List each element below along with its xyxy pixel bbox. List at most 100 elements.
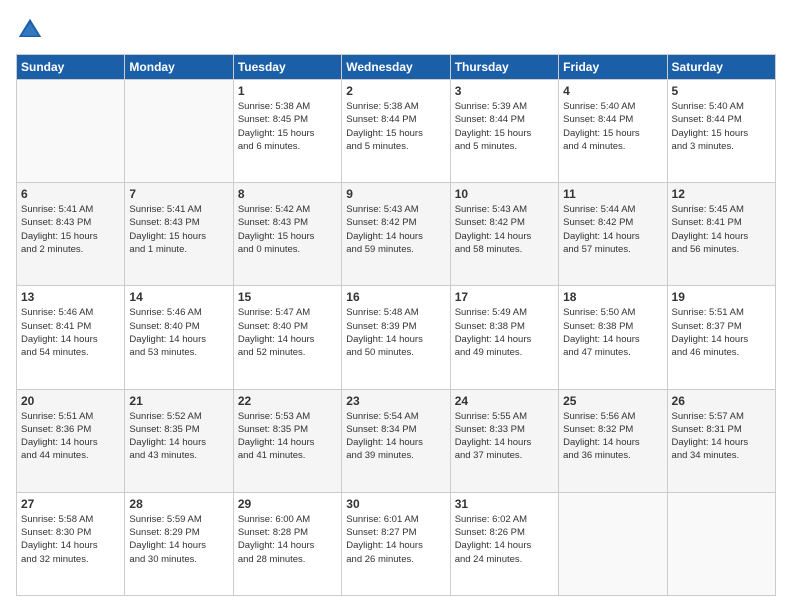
day-info: Sunrise: 5:54 AM Sunset: 8:34 PM Dayligh… [346, 410, 445, 463]
weekday-thursday: Thursday [450, 55, 558, 80]
day-info: Sunrise: 5:38 AM Sunset: 8:45 PM Dayligh… [238, 100, 337, 153]
day-number: 18 [563, 290, 662, 304]
day-info: Sunrise: 5:59 AM Sunset: 8:29 PM Dayligh… [129, 513, 228, 566]
calendar-cell: 21 Sunrise: 5:52 AM Sunset: 8:35 PM Dayli… [125, 389, 233, 492]
day-number: 12 [672, 187, 771, 201]
weekday-wednesday: Wednesday [342, 55, 450, 80]
day-number: 6 [21, 187, 120, 201]
day-number: 21 [129, 394, 228, 408]
day-info: Sunrise: 6:02 AM Sunset: 8:26 PM Dayligh… [455, 513, 554, 566]
day-info: Sunrise: 5:56 AM Sunset: 8:32 PM Dayligh… [563, 410, 662, 463]
day-number: 29 [238, 497, 337, 511]
calendar-cell: 10Sunrise: 5:43 AM Sunset: 8:42 PM Dayli… [450, 183, 558, 286]
day-number: 2 [346, 84, 445, 98]
day-info: Sunrise: 5:49 AM Sunset: 8:38 PM Dayligh… [455, 306, 554, 359]
day-number: 26 [672, 394, 771, 408]
day-number: 8 [238, 187, 337, 201]
day-info: Sunrise: 5:47 AM Sunset: 8:40 PM Dayligh… [238, 306, 337, 359]
calendar-week-5: 27 Sunrise: 5:58 AM Sunset: 8:30 PM Dayli… [17, 492, 776, 595]
day-number: 9 [346, 187, 445, 201]
day-info: Sunrise: 5:53 AM Sunset: 8:35 PM Dayligh… [238, 410, 337, 463]
day-number: 22 [238, 394, 337, 408]
calendar-week-4: 20 Sunrise: 5:51 AM Sunset: 8:36 PM Dayli… [17, 389, 776, 492]
calendar-week-1: 1 Sunrise: 5:38 AM Sunset: 8:45 PM Daylig… [17, 80, 776, 183]
day-info: Sunrise: 5:41 AM Sunset: 8:43 PM Dayligh… [21, 203, 120, 256]
calendar-cell: 27 Sunrise: 5:58 AM Sunset: 8:30 PM Dayli… [17, 492, 125, 595]
day-number: 24 [455, 394, 554, 408]
calendar-cell: 16 Sunrise: 5:48 AM Sunset: 8:39 PM Dayli… [342, 286, 450, 389]
day-info: Sunrise: 5:40 AM Sunset: 8:44 PM Dayligh… [672, 100, 771, 153]
logo [16, 16, 48, 44]
calendar-cell: 11 Sunrise: 5:44 AM Sunset: 8:42 PM Dayli… [559, 183, 667, 286]
calendar-cell [559, 492, 667, 595]
day-number: 13 [21, 290, 120, 304]
day-info: Sunrise: 6:01 AM Sunset: 8:27 PM Dayligh… [346, 513, 445, 566]
day-info: Sunrise: 5:50 AM Sunset: 8:38 PM Dayligh… [563, 306, 662, 359]
calendar-cell: 14Sunrise: 5:46 AM Sunset: 8:40 PM Dayli… [125, 286, 233, 389]
weekday-tuesday: Tuesday [233, 55, 341, 80]
day-number: 1 [238, 84, 337, 98]
day-info: Sunrise: 5:44 AM Sunset: 8:42 PM Dayligh… [563, 203, 662, 256]
calendar-cell: 4Sunrise: 5:40 AM Sunset: 8:44 PM Daylig… [559, 80, 667, 183]
day-number: 27 [21, 497, 120, 511]
day-info: Sunrise: 5:40 AM Sunset: 8:44 PM Dayligh… [563, 100, 662, 153]
calendar-week-3: 13 Sunrise: 5:46 AM Sunset: 8:41 PM Dayli… [17, 286, 776, 389]
calendar-cell: 1 Sunrise: 5:38 AM Sunset: 8:45 PM Daylig… [233, 80, 341, 183]
calendar-cell: 6 Sunrise: 5:41 AM Sunset: 8:43 PM Daylig… [17, 183, 125, 286]
day-number: 30 [346, 497, 445, 511]
calendar-cell: 7Sunrise: 5:41 AM Sunset: 8:43 PM Daylig… [125, 183, 233, 286]
day-number: 16 [346, 290, 445, 304]
calendar-cell: 18 Sunrise: 5:50 AM Sunset: 8:38 PM Dayli… [559, 286, 667, 389]
calendar-cell: 19 Sunrise: 5:51 AM Sunset: 8:37 PM Dayli… [667, 286, 775, 389]
weekday-sunday: Sunday [17, 55, 125, 80]
calendar-cell [17, 80, 125, 183]
day-number: 31 [455, 497, 554, 511]
day-info: Sunrise: 5:43 AM Sunset: 8:42 PM Dayligh… [346, 203, 445, 256]
header [16, 16, 776, 44]
day-info: Sunrise: 5:52 AM Sunset: 8:35 PM Dayligh… [129, 410, 228, 463]
day-info: Sunrise: 5:57 AM Sunset: 8:31 PM Dayligh… [672, 410, 771, 463]
day-number: 3 [455, 84, 554, 98]
calendar-cell: 5 Sunrise: 5:40 AM Sunset: 8:44 PM Daylig… [667, 80, 775, 183]
weekday-saturday: Saturday [667, 55, 775, 80]
day-info: Sunrise: 5:51 AM Sunset: 8:37 PM Dayligh… [672, 306, 771, 359]
calendar-cell: 2 Sunrise: 5:38 AM Sunset: 8:44 PM Daylig… [342, 80, 450, 183]
day-number: 15 [238, 290, 337, 304]
day-info: Sunrise: 5:58 AM Sunset: 8:30 PM Dayligh… [21, 513, 120, 566]
day-info: Sunrise: 5:38 AM Sunset: 8:44 PM Dayligh… [346, 100, 445, 153]
calendar-cell: 26 Sunrise: 5:57 AM Sunset: 8:31 PM Dayli… [667, 389, 775, 492]
calendar-cell: 30 Sunrise: 6:01 AM Sunset: 8:27 PM Dayli… [342, 492, 450, 595]
calendar-cell: 24 Sunrise: 5:55 AM Sunset: 8:33 PM Dayli… [450, 389, 558, 492]
day-number: 11 [563, 187, 662, 201]
day-info: Sunrise: 5:46 AM Sunset: 8:41 PM Dayligh… [21, 306, 120, 359]
calendar-table: SundayMondayTuesdayWednesdayThursdayFrid… [16, 54, 776, 596]
calendar-cell: 28 Sunrise: 5:59 AM Sunset: 8:29 PM Dayli… [125, 492, 233, 595]
calendar-cell: 29Sunrise: 6:00 AM Sunset: 8:28 PM Dayli… [233, 492, 341, 595]
calendar-cell: 15 Sunrise: 5:47 AM Sunset: 8:40 PM Dayli… [233, 286, 341, 389]
day-number: 5 [672, 84, 771, 98]
day-info: Sunrise: 5:39 AM Sunset: 8:44 PM Dayligh… [455, 100, 554, 153]
calendar-cell: 9 Sunrise: 5:43 AM Sunset: 8:42 PM Daylig… [342, 183, 450, 286]
calendar-cell: 8 Sunrise: 5:42 AM Sunset: 8:43 PM Daylig… [233, 183, 341, 286]
logo-icon [16, 16, 44, 44]
day-info: Sunrise: 5:43 AM Sunset: 8:42 PM Dayligh… [455, 203, 554, 256]
day-info: Sunrise: 5:51 AM Sunset: 8:36 PM Dayligh… [21, 410, 120, 463]
day-number: 20 [21, 394, 120, 408]
calendar-cell [667, 492, 775, 595]
calendar-cell: 12Sunrise: 5:45 AM Sunset: 8:41 PM Dayli… [667, 183, 775, 286]
calendar-cell: 20 Sunrise: 5:51 AM Sunset: 8:36 PM Dayli… [17, 389, 125, 492]
day-info: Sunrise: 5:41 AM Sunset: 8:43 PM Dayligh… [129, 203, 228, 256]
day-number: 28 [129, 497, 228, 511]
weekday-monday: Monday [125, 55, 233, 80]
day-info: Sunrise: 5:42 AM Sunset: 8:43 PM Dayligh… [238, 203, 337, 256]
calendar-cell: 17 Sunrise: 5:49 AM Sunset: 8:38 PM Dayli… [450, 286, 558, 389]
day-number: 17 [455, 290, 554, 304]
day-number: 19 [672, 290, 771, 304]
calendar-cell: 13 Sunrise: 5:46 AM Sunset: 8:41 PM Dayli… [17, 286, 125, 389]
calendar-cell: 31 Sunrise: 6:02 AM Sunset: 8:26 PM Dayli… [450, 492, 558, 595]
calendar-cell: 23Sunrise: 5:54 AM Sunset: 8:34 PM Dayli… [342, 389, 450, 492]
calendar-cell: 22 Sunrise: 5:53 AM Sunset: 8:35 PM Dayli… [233, 389, 341, 492]
day-info: Sunrise: 5:46 AM Sunset: 8:40 PM Dayligh… [129, 306, 228, 359]
day-info: Sunrise: 5:55 AM Sunset: 8:33 PM Dayligh… [455, 410, 554, 463]
day-info: Sunrise: 5:48 AM Sunset: 8:39 PM Dayligh… [346, 306, 445, 359]
